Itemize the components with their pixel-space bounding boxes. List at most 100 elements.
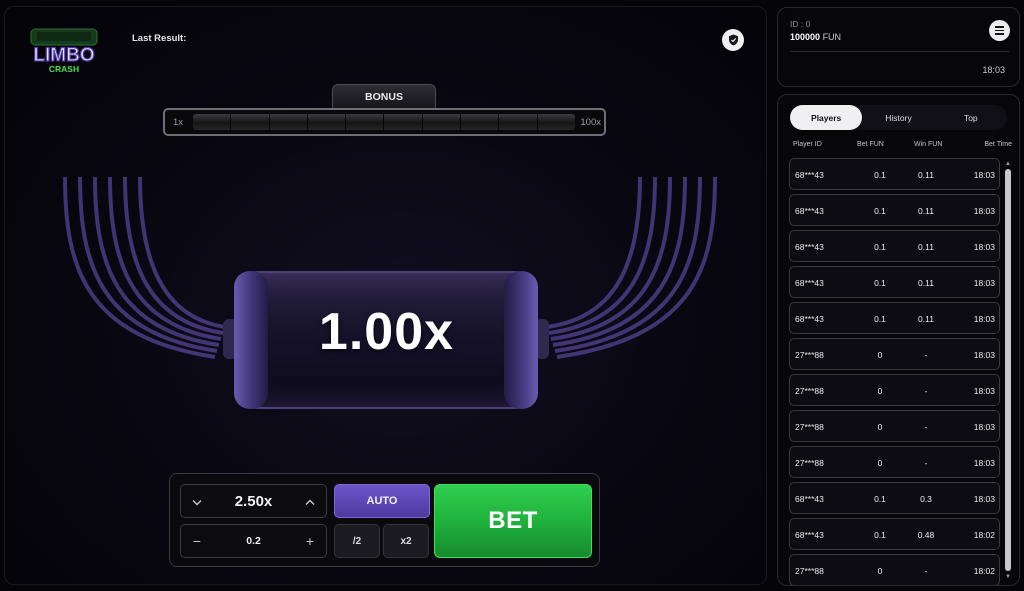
plus-icon[interactable]: + [303, 533, 317, 549]
right-cables [546, 176, 717, 359]
table-row: 68***43 0.1 0.3 18:03 [789, 482, 1000, 514]
bet-time-cell: 18:03 [973, 386, 995, 396]
win-cell: - [924, 422, 928, 432]
table-row: 27***88 0 - 18:02 [789, 554, 1000, 585]
bonus-segment [538, 114, 575, 130]
chevron-down-icon[interactable] [190, 493, 204, 509]
player-id-cell: 68***43 [795, 530, 824, 540]
account-card: ID : 0 100000 FUN 18:03 [777, 7, 1020, 87]
bonus-segment [384, 114, 423, 130]
players-panel: Players History Top Player ID Bet FUN Wi… [777, 94, 1020, 586]
player-id-cell: 27***88 [795, 350, 824, 360]
target-multiplier-value[interactable]: 2.50x [235, 493, 273, 510]
bet-time-cell: 18:03 [973, 206, 995, 216]
table-header: Player ID Bet FUN Win FUN Bet Time [790, 141, 1012, 153]
scrollbar[interactable]: ▲ ▼ [1004, 161, 1012, 581]
chevron-up-icon[interactable] [303, 493, 317, 509]
header-win: Win FUN [914, 141, 943, 148]
double-bet-button[interactable]: x2 [383, 524, 429, 558]
bet-time-cell: 18:02 [973, 530, 995, 540]
last-result-label: Last Result: [132, 33, 187, 44]
bet-cell: 0 [877, 386, 883, 396]
bonus-segment [461, 114, 500, 130]
bet-cell: 0.1 [874, 278, 886, 288]
auto-button[interactable]: AUTO [334, 484, 430, 518]
table-row: 27***88 0 - 18:03 [789, 374, 1000, 406]
player-id-cell: 68***43 [795, 314, 824, 324]
header-bet: Bet FUN [857, 141, 884, 148]
player-id-cell: 27***88 [795, 386, 824, 396]
bet-time-cell: 18:03 [973, 242, 995, 252]
bonus-progress-bar: 1x 100x [163, 108, 606, 136]
divider [790, 51, 1009, 52]
tab-history[interactable]: History [862, 105, 934, 130]
game-panel: LIMBO CRASH Last Result: BONUS 1x 100x 1… [4, 6, 767, 585]
header-bet-time: Bet Time [984, 141, 1012, 148]
scroll-up-icon[interactable]: ▲ [1004, 161, 1012, 168]
provably-fair-button[interactable] [722, 29, 744, 51]
bet-time-cell: 18:03 [973, 422, 995, 432]
hamburger-menu-icon[interactable] [989, 20, 1010, 41]
win-cell: 0.11 [918, 170, 934, 180]
win-cell: - [924, 458, 928, 468]
bet-cell: 0.1 [874, 242, 886, 252]
bonus-segment [270, 114, 308, 130]
shield-icon [728, 34, 738, 46]
bet-amount-value[interactable]: 0.2 [246, 535, 261, 547]
scroll-down-icon[interactable]: ▼ [1004, 574, 1012, 581]
bet-cell: 0.1 [874, 206, 886, 216]
bet-time-cell: 18:03 [973, 170, 995, 180]
bet-cell: 0 [877, 458, 883, 468]
target-multiplier-field[interactable]: 2.50x [180, 484, 327, 518]
win-cell: 0.11 [918, 278, 934, 288]
table-row: 68***43 0.1 0.48 18:02 [789, 518, 1000, 550]
bonus-segment [346, 114, 385, 130]
table-row: 27***88 0 - 18:03 [789, 410, 1000, 442]
user-id: ID : 0 [790, 19, 811, 29]
bonus-segment [231, 114, 270, 130]
win-cell: - [924, 386, 928, 396]
bet-amount-field[interactable]: − 0.2 + [180, 524, 327, 558]
bonus-track [193, 114, 575, 130]
bonus-segment [193, 114, 232, 130]
bet-cell: 0 [877, 422, 883, 432]
bet-time-cell: 18:03 [973, 350, 995, 360]
bet-cell: 0.1 [874, 530, 886, 540]
bet-cell: 0.1 [874, 170, 886, 180]
balance-currency: FUN [822, 32, 842, 42]
bet-button[interactable]: BET [434, 484, 592, 558]
win-cell: 0.48 [917, 530, 935, 540]
bet-time-cell: 18:02 [973, 566, 995, 576]
bonus-segment [308, 114, 347, 130]
bonus-tab: BONUS [332, 84, 436, 108]
win-cell: - [924, 350, 928, 360]
player-id-cell: 27***88 [795, 566, 824, 576]
bet-time-cell: 18:03 [973, 494, 995, 504]
table-row: 27***88 0 - 18:03 [789, 338, 1000, 370]
bonus-segment [499, 114, 538, 130]
tab-players[interactable]: Players [790, 105, 863, 130]
tab-top[interactable]: Top [935, 105, 1007, 130]
scroll-thumb[interactable] [1005, 169, 1011, 571]
table-row: 68***43 0.1 0.11 18:03 [789, 158, 1000, 190]
player-id-cell: 27***88 [795, 422, 824, 432]
bonus-max-label: 100x [580, 117, 601, 128]
left-cables [63, 176, 226, 359]
table-row: 68***43 0.1 0.11 18:03 [789, 194, 1000, 226]
minus-icon[interactable]: − [190, 533, 204, 549]
table-row: 68***43 0.1 0.11 18:03 [789, 266, 1000, 298]
player-id-cell: 68***43 [795, 494, 824, 504]
logo-text-crash: CRASH [49, 64, 79, 74]
bet-cell: 0.1 [874, 314, 886, 324]
logo-text-limbo: LIMBO [33, 45, 94, 66]
half-bet-button[interactable]: /2 [334, 524, 380, 558]
player-id-cell: 68***43 [795, 242, 824, 252]
bet-time-cell: 18:03 [973, 314, 995, 324]
header-player-id: Player ID [793, 141, 822, 148]
win-cell: 0.3 [920, 494, 932, 504]
bet-controls: 2.50x − 0.2 + AUTO /2 x2 BET [169, 473, 600, 567]
player-id-cell: 68***43 [795, 206, 824, 216]
bet-cell: 0 [877, 566, 883, 576]
current-multiplier: 1.00x [318, 303, 455, 361]
table-row: 68***43 0.1 0.11 18:03 [789, 302, 1000, 334]
